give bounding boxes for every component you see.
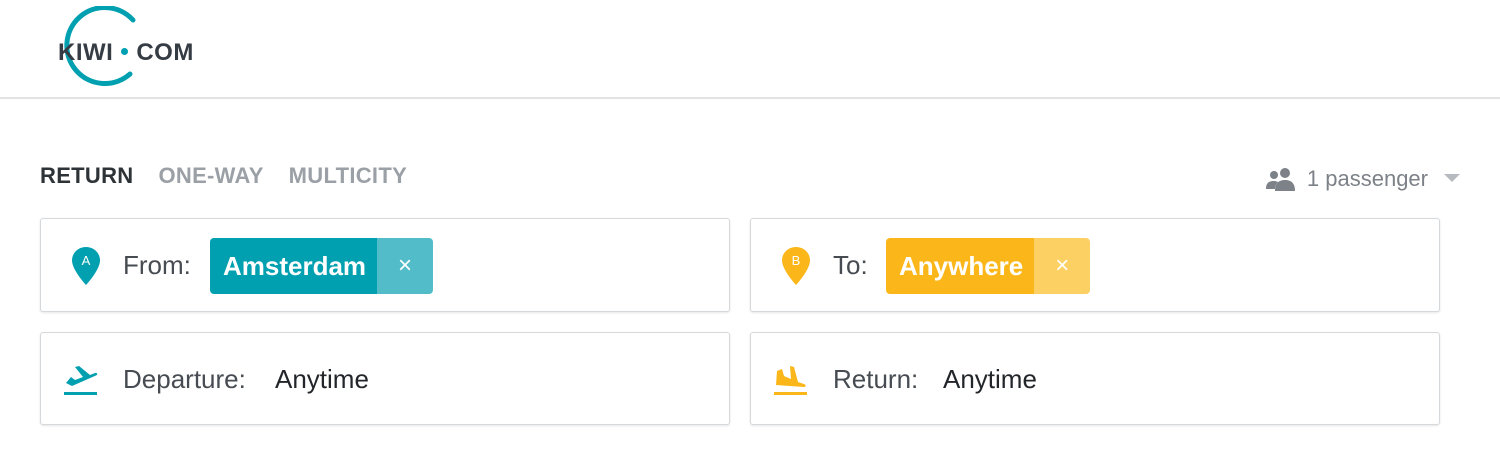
location-pin-b-icon: B bbox=[782, 247, 810, 285]
return-value: Anytime bbox=[943, 364, 1037, 394]
passenger-count: 1 passenger bbox=[1306, 166, 1428, 191]
header: KIWI COM bbox=[0, 0, 1500, 99]
tab-multicity[interactable]: MULTICITY bbox=[289, 162, 407, 192]
remove-destination-button[interactable]: × bbox=[1034, 238, 1091, 294]
pin-letter-a: A bbox=[82, 253, 91, 268]
tab-one-way[interactable]: ONE-WAY bbox=[158, 162, 263, 192]
plane-landing-icon bbox=[774, 366, 807, 395]
kiwi-logo[interactable]: KIWI COM bbox=[40, 6, 210, 90]
origin-chip-label: Amsterdam bbox=[210, 238, 378, 294]
from-label: From: bbox=[123, 250, 191, 280]
from-field[interactable]: A From: Amsterdam × bbox=[40, 218, 730, 312]
location-pin-a-icon: A bbox=[72, 247, 100, 285]
logo-dot-icon bbox=[121, 48, 129, 56]
logo-text-right: COM bbox=[136, 39, 194, 66]
people-icon bbox=[1265, 168, 1295, 191]
origin-chip[interactable]: Amsterdam × bbox=[210, 238, 434, 294]
return-label: Return: bbox=[833, 364, 919, 394]
logo-text-left: KIWI bbox=[58, 39, 114, 66]
to-label: To: bbox=[833, 250, 868, 280]
logo-text: KIWI COM bbox=[58, 38, 194, 68]
passenger-selector[interactable]: 1 passenger bbox=[1265, 163, 1460, 195]
remove-origin-button[interactable]: × bbox=[377, 238, 434, 294]
chevron-down-icon bbox=[1444, 174, 1460, 182]
departure-field[interactable]: Departure: Anytime bbox=[40, 332, 730, 425]
departure-label: Departure: bbox=[123, 364, 246, 394]
tab-return[interactable]: RETURN bbox=[40, 162, 133, 192]
return-field[interactable]: Return: Anytime bbox=[750, 332, 1440, 425]
destination-chip-label: Anywhere bbox=[886, 238, 1035, 294]
to-field[interactable]: B To: Anywhere × bbox=[750, 218, 1440, 312]
trip-type-tabs: RETURN ONE-WAY MULTICITY bbox=[40, 162, 432, 192]
destination-chip[interactable]: Anywhere × bbox=[886, 238, 1091, 294]
departure-value: Anytime bbox=[275, 364, 369, 394]
plane-takeoff-icon bbox=[64, 366, 98, 395]
pin-letter-b: B bbox=[792, 253, 801, 268]
